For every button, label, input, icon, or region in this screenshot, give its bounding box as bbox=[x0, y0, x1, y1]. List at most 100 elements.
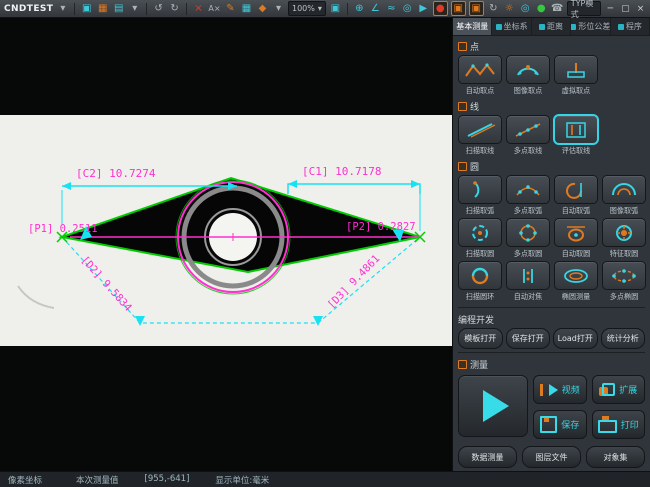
globe-icon[interactable]: ● bbox=[535, 2, 548, 15]
section-point: 点 bbox=[458, 40, 645, 53]
redo-icon[interactable]: ↻ bbox=[168, 2, 181, 15]
capture-alt-icon[interactable]: ▣ bbox=[469, 1, 484, 16]
load-open-button[interactable]: Load打开 bbox=[553, 328, 598, 349]
tab-basic-measure[interactable]: 基本测量 bbox=[453, 18, 492, 35]
tool-label: 评估取线 bbox=[561, 145, 590, 155]
titlebar-right-group: TYP模式 ─ ▢ × bbox=[567, 1, 646, 16]
template-open-button[interactable]: 模板打开 bbox=[458, 328, 503, 349]
save-open-button[interactable]: 保存打开 bbox=[506, 328, 551, 349]
section-line-icon bbox=[458, 102, 467, 111]
toolbar-separator bbox=[146, 3, 147, 15]
tool-auto-point[interactable]: 自动取点 bbox=[458, 55, 501, 96]
toolbar-separator bbox=[347, 3, 348, 15]
tool-scan-circle[interactable]: 扫描取圆 bbox=[458, 218, 501, 259]
tool-image-arc[interactable]: 图像取弧 bbox=[602, 175, 645, 216]
tool-scan-ring[interactable]: 扫描圆环 bbox=[458, 261, 501, 302]
section-programming-label: 编程开发 bbox=[458, 313, 494, 326]
delete-all-icon[interactable]: A× bbox=[208, 2, 221, 15]
save-result-button[interactable]: 保存 bbox=[533, 410, 587, 439]
phone-icon[interactable]: ☎ bbox=[551, 2, 564, 15]
video-label: 视频 bbox=[562, 383, 580, 396]
brightness-icon[interactable]: ☼ bbox=[503, 2, 516, 15]
zoom-select[interactable]: 100% ▾ bbox=[288, 1, 326, 16]
snapshot-icon[interactable]: ▣ bbox=[329, 2, 342, 15]
object-set-button[interactable]: 对象集 bbox=[586, 446, 645, 468]
measure-circle-icon[interactable]: ◎ bbox=[401, 2, 414, 15]
target-icon[interactable]: ◎ bbox=[519, 2, 532, 15]
measure-trace-icon[interactable]: ≈ bbox=[385, 2, 398, 15]
section-circle: 圆 bbox=[458, 160, 645, 173]
tool-scan-arc[interactable]: 扫描取弧 bbox=[458, 175, 501, 216]
tool-eval-line[interactable]: 评估取线 bbox=[554, 115, 597, 156]
tool-virtual-point[interactable]: 虚拟取点 bbox=[554, 55, 597, 96]
zoom-value: 100% bbox=[292, 4, 315, 13]
export-caret-icon[interactable]: ▾ bbox=[128, 2, 141, 15]
tool-multipoint-arc[interactable]: 多点取弧 bbox=[506, 175, 549, 216]
toolbar-separator bbox=[74, 3, 75, 15]
image-point-icon bbox=[506, 55, 550, 84]
video-button[interactable]: 视频 bbox=[533, 375, 587, 404]
layer-file-button[interactable]: 图层文件 bbox=[522, 446, 581, 468]
section-measure-icon bbox=[458, 360, 467, 369]
measure-buttons: 视频 扩展 保存 打印 bbox=[533, 375, 645, 439]
measurement-scene: [C2] 10.7274 [C1] 10.7178 [D2] 9.5834 [D… bbox=[0, 18, 452, 471]
record-button-icon[interactable]: ● bbox=[433, 1, 448, 16]
tool-multipoint-ellipse[interactable]: 多点椭圆 bbox=[602, 261, 645, 302]
undo-icon[interactable]: ↺ bbox=[152, 2, 165, 15]
circle-tools-row2: 扫描取圆 多点取圆 自动取圆 特征取圆 bbox=[458, 218, 645, 259]
start-measure-button[interactable] bbox=[458, 375, 528, 437]
tab-distance[interactable]: 距离 bbox=[532, 18, 571, 35]
point-p1-label: [P1] 0.2511 bbox=[28, 223, 98, 235]
tool-auto-arc[interactable]: 自动取弧 bbox=[554, 175, 597, 216]
measure-angle-icon[interactable]: ∠ bbox=[369, 2, 382, 15]
statistics-button[interactable]: 统计分析 bbox=[601, 328, 646, 349]
capture-icon[interactable]: ▣ bbox=[451, 1, 466, 16]
image-edit-icon[interactable]: ▦ bbox=[96, 2, 109, 15]
export-icon[interactable]: ▤ bbox=[112, 2, 125, 15]
tool-label: 特征取圆 bbox=[609, 248, 638, 258]
print-button[interactable]: 打印 bbox=[592, 410, 646, 439]
tag-icon[interactable]: ◆ bbox=[256, 2, 269, 15]
save-icon[interactable]: ▣ bbox=[80, 2, 93, 15]
tool-label: 自动对焦 bbox=[513, 291, 542, 301]
multipoint-circle-icon bbox=[506, 218, 550, 247]
tool-auto-circle[interactable]: 自动取圆 bbox=[554, 218, 597, 259]
delete-icon[interactable]: × bbox=[192, 2, 205, 15]
minimize-button[interactable]: ─ bbox=[605, 3, 616, 15]
tool-image-point[interactable]: 图像取点 bbox=[506, 55, 549, 96]
run-icon[interactable]: ▶ bbox=[417, 2, 430, 15]
tool-label: 扫描圆环 bbox=[465, 291, 494, 301]
tag-caret-icon[interactable]: ▾ bbox=[272, 2, 285, 15]
auto-circle-icon bbox=[554, 218, 598, 247]
statusbar-left: 像素坐标 bbox=[8, 474, 42, 486]
tab-coordinate[interactable]: 坐标系 bbox=[492, 18, 531, 35]
grid-icon[interactable]: ▦ bbox=[240, 2, 253, 15]
refresh-icon[interactable]: ↻ bbox=[487, 2, 500, 15]
data-measure-button[interactable]: 数据测量 bbox=[458, 446, 517, 468]
section-programming: 编程开发 bbox=[458, 313, 645, 326]
tool-ellipse-measure[interactable]: 椭圆测量 bbox=[554, 261, 597, 302]
app-menu-caret-icon[interactable]: ▾ bbox=[56, 2, 69, 15]
tool-multipoint-line[interactable]: 多点取线 bbox=[506, 115, 549, 156]
video-play-icon bbox=[549, 384, 558, 396]
scan-arc-icon bbox=[458, 175, 502, 204]
mode-box[interactable]: TYP模式 bbox=[567, 1, 601, 16]
tool-auto-focus[interactable]: 自动对焦 bbox=[506, 261, 549, 302]
tab-label: 程序 bbox=[626, 21, 642, 32]
section-point-icon bbox=[458, 42, 467, 51]
tab-program[interactable]: 程序 bbox=[611, 18, 650, 35]
tool-multipoint-circle[interactable]: 多点取圆 bbox=[506, 218, 549, 259]
virtual-point-icon bbox=[554, 55, 598, 84]
tool-scan-line[interactable]: 扫描取线 bbox=[458, 115, 501, 156]
ellipse-measure-icon bbox=[554, 261, 598, 290]
toolbar-separator bbox=[186, 3, 187, 15]
tab-gdt[interactable]: 形位公差 bbox=[571, 18, 610, 35]
camera-viewport[interactable]: [C2] 10.7274 [C1] 10.7178 [D2] 9.5834 [D… bbox=[0, 18, 452, 471]
tool-feature-circle[interactable]: 特征取圆 bbox=[602, 218, 645, 259]
maximize-button[interactable]: ▢ bbox=[620, 3, 631, 15]
display-unit: 显示单位:毫米 bbox=[215, 474, 269, 486]
extend-button[interactable]: 扩展 bbox=[592, 375, 646, 404]
measure-point-icon[interactable]: ⊕ bbox=[353, 2, 366, 15]
pen-icon[interactable]: ✎ bbox=[224, 2, 237, 15]
close-button[interactable]: × bbox=[635, 3, 646, 15]
